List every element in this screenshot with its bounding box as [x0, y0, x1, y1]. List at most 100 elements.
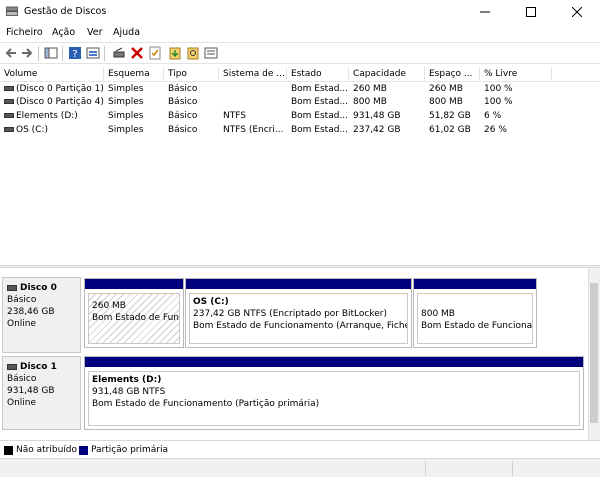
volume-name: OS (C:) [16, 125, 48, 135]
status-bar [0, 458, 600, 477]
properties-icon[interactable] [86, 46, 100, 60]
console-tree-icon[interactable] [44, 46, 58, 60]
partition-disk0-os[interactable]: OS (C:) 237,42 GB NTFS (Encriptado por B… [185, 278, 412, 348]
disk-type: Básico [7, 374, 37, 384]
column-header-esquema[interactable]: Esquema [104, 67, 164, 82]
connect-disk-icon[interactable] [112, 46, 126, 60]
menu-ficheiro[interactable]: Ficheiro [6, 27, 43, 38]
volume-name-cell: OS (C:) [0, 124, 104, 137]
cell-sistema [219, 83, 287, 96]
list-view-icon[interactable] [204, 46, 218, 60]
forward-arrow-icon[interactable] [20, 46, 34, 60]
cell-capacidade: 931,48 GB [353, 111, 401, 121]
cell-tipo: Básico [168, 125, 198, 135]
menu-ver[interactable]: Ver [87, 27, 103, 38]
help-icon[interactable]: ? [68, 46, 82, 60]
disk-graphical-view: Disco 0 Básico 238,46 GB Online 260 MB B… [0, 268, 588, 440]
column-header-livre[interactable]: % Livre [480, 67, 552, 82]
partition-disk0-p1[interactable]: 260 MB Bom Estado de Funci [84, 278, 184, 348]
maximize-icon [526, 7, 536, 17]
partition-bar [85, 357, 583, 367]
title-bar: Gestão de Discos [0, 0, 600, 24]
partition-size: 237,42 GB NTFS (Encriptado por BitLocker… [193, 309, 388, 319]
partition-disk0-p4[interactable]: 800 MB Bom Estado de Funcionan [413, 278, 537, 348]
partition-status: Bom Estado de Funcionamento (Arranque, F… [193, 321, 408, 331]
volume-name: Elements (D:) [16, 111, 78, 121]
partition-body: 800 MB Bom Estado de Funcionan [417, 293, 533, 344]
disk-icon [7, 363, 17, 370]
import-icon[interactable] [168, 46, 182, 60]
status-separator [512, 461, 513, 476]
legend-primary-swatch [79, 446, 88, 455]
partition-status: Bom Estado de Funcionan [421, 321, 533, 331]
column-header-estado[interactable]: Estado [287, 67, 349, 82]
back-arrow-icon[interactable] [4, 46, 18, 60]
partition-disk1-elements[interactable]: Elements (D:) 931,48 GB NTFS Bom Estado … [84, 356, 584, 430]
volume-icon [4, 113, 14, 118]
volume-name: (Disco 0 Partição 1) [16, 84, 104, 94]
toolbar-separator [62, 46, 63, 61]
toolbar: ? [0, 42, 600, 64]
volume-icon [4, 86, 14, 91]
scrollbar-thumb[interactable] [590, 283, 598, 423]
cell-sistema: NTFS [223, 111, 246, 121]
toolbar-separator [104, 46, 105, 61]
cell-capacidade: 800 MB [353, 97, 387, 107]
cell-capacidade: 260 MB [353, 84, 387, 94]
disk-0-label[interactable]: Disco 0 Básico 238,46 GB Online [2, 277, 81, 353]
cell-estado: Bom Estad... [291, 84, 349, 94]
legend-primary-label: Partição primária [91, 445, 169, 455]
cell-esquema: Simples [108, 125, 144, 135]
partition-size: 931,48 GB NTFS [92, 387, 166, 397]
cell-espaco: 51,82 GB [429, 111, 471, 121]
cell-livre: 100 % [484, 84, 513, 94]
volume-name-cell: (Disco 0 Partição 1) [0, 83, 104, 96]
legend: Não atribuído Partição primária [0, 440, 600, 458]
table-row[interactable]: OS (C:) Simples Básico NTFS (Encri... Bo… [0, 124, 600, 137]
disk-status: Online [7, 319, 37, 329]
cell-tipo: Básico [168, 111, 198, 121]
menu-acao[interactable]: Ação [52, 27, 75, 38]
close-button[interactable] [554, 0, 600, 24]
disk-status: Online [7, 398, 37, 408]
cell-sistema [219, 96, 287, 109]
partition-bar [85, 279, 183, 289]
cell-espaco: 800 MB [429, 97, 463, 107]
column-header-tipo[interactable]: Tipo [164, 67, 219, 82]
delete-icon[interactable] [130, 46, 144, 60]
cell-capacidade: 237,42 GB [353, 125, 401, 135]
disk-type: Básico [7, 295, 37, 305]
cell-tipo: Básico [168, 97, 198, 107]
column-header-sistema[interactable]: Sistema de ... [219, 67, 287, 82]
partition-size: 260 MB [92, 301, 126, 311]
cell-sistema: NTFS (Encri... [223, 125, 284, 135]
disk-1-label[interactable]: Disco 1 Básico 931,48 GB Online [2, 356, 81, 430]
table-row[interactable]: Elements (D:) Simples Básico NTFS Bom Es… [0, 110, 600, 123]
disk-size: 238,46 GB [7, 307, 55, 317]
cell-esquema: Simples [108, 111, 144, 121]
cell-estado: Bom Estad... [291, 97, 349, 107]
cell-esquema: Simples [108, 97, 144, 107]
maximize-button[interactable] [508, 0, 554, 24]
cell-livre: 6 % [484, 111, 502, 121]
search-disk-icon[interactable] [186, 46, 200, 60]
column-header-volume[interactable]: Volume [0, 67, 104, 82]
partition-status: Bom Estado de Funci [92, 313, 180, 323]
close-icon [571, 6, 583, 18]
cell-espaco: 260 MB [429, 84, 463, 94]
table-row[interactable]: (Disco 0 Partição 1) Simples Básico Bom … [0, 83, 600, 96]
toolbar-separator [38, 46, 39, 61]
column-header-capacidade[interactable]: Capacidade [349, 67, 425, 82]
check-icon[interactable] [148, 46, 162, 60]
partition-bar [186, 279, 411, 289]
menu-bar: Ficheiro Ação Ver Ajuda [0, 24, 600, 42]
partition-title: Elements (D:) [92, 375, 162, 385]
partition-bar [414, 279, 536, 289]
partition-body: Elements (D:) 931,48 GB NTFS Bom Estado … [88, 371, 580, 426]
svg-text:?: ? [72, 49, 77, 60]
menu-ajuda[interactable]: Ajuda [113, 27, 140, 38]
column-header-espaco[interactable]: Espaço ... [425, 67, 480, 82]
table-row[interactable]: (Disco 0 Partição 4) Simples Básico Bom … [0, 96, 600, 109]
minimize-button[interactable] [462, 0, 508, 24]
disk-name: Disco 1 [20, 362, 57, 372]
